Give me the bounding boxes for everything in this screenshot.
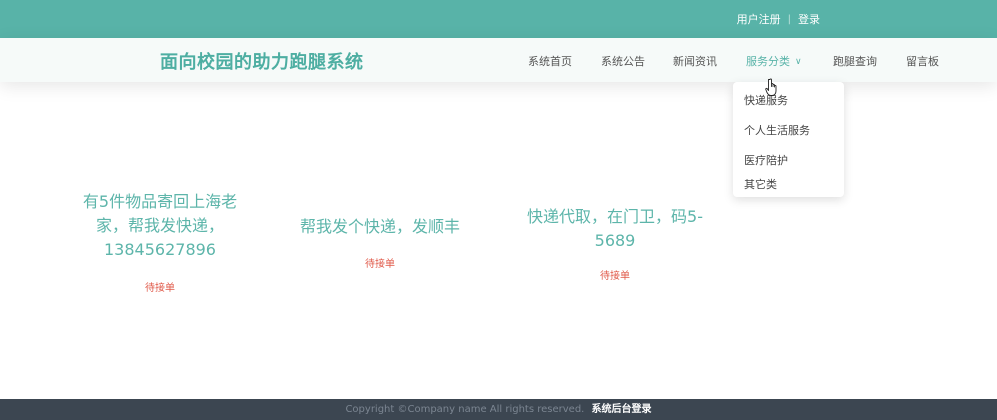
- nav-item-label: 服务分类: [746, 55, 790, 68]
- admin-login-link[interactable]: 系统后台登录: [592, 404, 652, 415]
- status-badge: 待接单: [600, 271, 630, 282]
- nav-item-errand-search[interactable]: 跑腿查询: [833, 53, 877, 69]
- chevron-down-icon: ∨: [795, 57, 802, 67]
- nav-item-label: 跑腿查询: [833, 55, 877, 68]
- auth-separator: |: [787, 13, 791, 25]
- status-badge: 待接单: [365, 259, 395, 270]
- main-navbar: 面向校园的助力跑腿系统 系统首页 系统公告 新闻资讯 服务分类 ∨ 跑腿查询 留言…: [0, 38, 997, 82]
- errand-card-title-line: 帮我发个快递，发顺丰: [299, 217, 460, 236]
- nav-item-announcements[interactable]: 系统公告: [601, 53, 645, 69]
- errand-card-title[interactable]: 帮我发个快递，发顺丰: [280, 215, 480, 239]
- dropdown-item-other[interactable]: 其它类: [744, 176, 777, 192]
- hand-pointer-icon: [765, 78, 781, 102]
- errand-card-title-line: 家，帮我发快递，: [95, 216, 224, 235]
- errand-card-title-line: 13845627896: [104, 240, 216, 259]
- status-badge: 待接单: [145, 283, 175, 294]
- errand-card-title-line: 5689: [594, 231, 636, 250]
- footer: Copyright ©Company name All rights reser…: [0, 399, 997, 420]
- login-link[interactable]: 登录: [798, 11, 820, 27]
- errand-card-title[interactable]: 快递代取，在门卫，码5- 5689: [510, 205, 720, 253]
- nav-menu: 系统首页 系统公告 新闻资讯 服务分类 ∨ 跑腿查询 留言板: [0, 38, 997, 82]
- errand-card-title-line: 有5件物品寄回上海老: [82, 192, 238, 211]
- dropdown-item-medical-escort[interactable]: 医疗陪护: [744, 152, 788, 168]
- nav-item-news[interactable]: 新闻资讯: [673, 53, 717, 69]
- errand-card-title-line: 快递代取，在门卫，码5-: [527, 207, 703, 226]
- register-link[interactable]: 用户注册: [737, 11, 781, 27]
- nav-item-label: 新闻资讯: [673, 55, 717, 68]
- nav-item-label: 系统公告: [601, 55, 645, 68]
- auth-links: 用户注册 | 登录: [737, 11, 820, 27]
- nav-item-message-board[interactable]: 留言板: [906, 53, 939, 69]
- nav-item-home[interactable]: 系统首页: [528, 53, 572, 69]
- copyright-text: Copyright ©Company name All rights reser…: [345, 404, 585, 415]
- top-bar: 用户注册 | 登录: [0, 0, 997, 38]
- errand-card-title[interactable]: 有5件物品寄回上海老 家，帮我发快递， 13845627896: [60, 190, 260, 262]
- nav-item-label: 系统首页: [528, 55, 572, 68]
- service-category-dropdown: 快递服务 个人生活服务 医疗陪护 其它类: [733, 82, 844, 197]
- nav-item-label: 留言板: [906, 55, 939, 68]
- nav-item-service-categories[interactable]: 服务分类 ∨: [746, 53, 802, 69]
- dropdown-item-personal-life[interactable]: 个人生活服务: [744, 122, 810, 138]
